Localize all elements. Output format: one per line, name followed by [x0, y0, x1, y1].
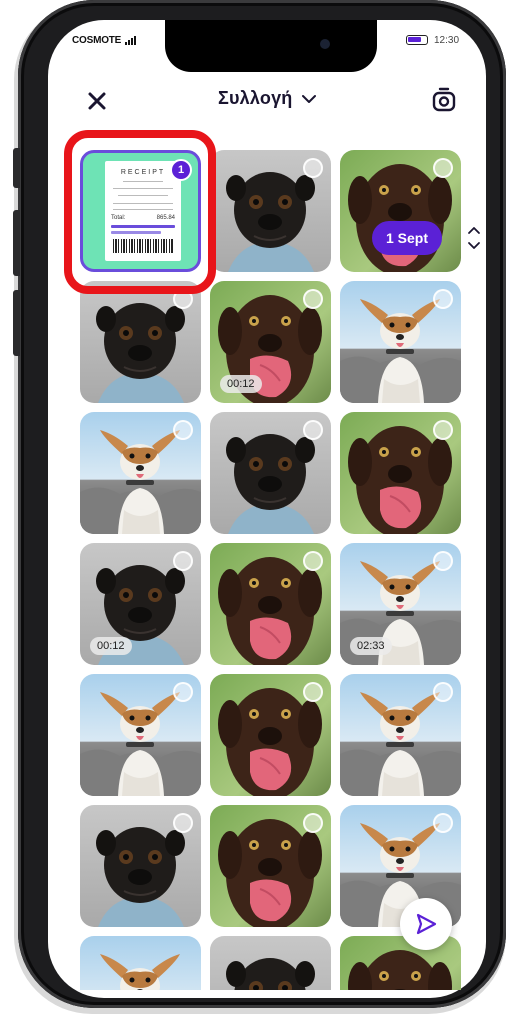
- page-title: Συλλογή: [218, 88, 293, 108]
- volume-up-button: [13, 210, 20, 276]
- front-camera: [320, 39, 330, 49]
- select-circle[interactable]: [303, 289, 323, 309]
- select-circle[interactable]: [173, 420, 193, 440]
- select-circle[interactable]: [173, 813, 193, 833]
- select-circle[interactable]: [433, 551, 453, 571]
- header: Συλλογή: [48, 78, 486, 124]
- photo-tile[interactable]: [210, 412, 331, 534]
- volume-down-button: [13, 290, 20, 356]
- status-left: COSMOTE: [72, 20, 137, 60]
- select-circle[interactable]: [303, 158, 323, 178]
- photo-tile[interactable]: [210, 805, 331, 927]
- photo-tile[interactable]: [80, 674, 201, 796]
- date-scrubber-label: 1 Sept: [372, 221, 443, 255]
- lab-photo: [340, 936, 461, 990]
- select-circle[interactable]: [433, 682, 453, 702]
- highlight-annotation: [64, 130, 216, 294]
- chevron-down-icon: [302, 94, 317, 103]
- select-circle[interactable]: [433, 289, 453, 309]
- select-circle[interactable]: [303, 551, 323, 571]
- status-right: 12:30: [406, 20, 459, 60]
- photo-tile[interactable]: [210, 150, 331, 272]
- select-circle[interactable]: [173, 551, 193, 571]
- select-circle[interactable]: [303, 813, 323, 833]
- status-time: 12:30: [434, 34, 460, 46]
- video-tile[interactable]: 00:12: [80, 543, 201, 665]
- signal-icon: [125, 35, 137, 45]
- send-button[interactable]: [400, 898, 452, 950]
- select-circle[interactable]: [303, 420, 323, 440]
- scroll-chevrons-icon[interactable]: [466, 222, 482, 254]
- photo-tile[interactable]: [80, 281, 201, 403]
- photo-tile[interactable]: [210, 543, 331, 665]
- battery-icon: [406, 35, 428, 45]
- photo-tile[interactable]: [210, 674, 331, 796]
- photo-tile[interactable]: [340, 674, 461, 796]
- video-duration: 00:12: [90, 637, 132, 655]
- pug-photo: [210, 936, 331, 990]
- gallery-dropdown[interactable]: Συλλογή: [218, 88, 317, 109]
- video-tile[interactable]: 02:33: [340, 543, 461, 665]
- send-icon: [416, 913, 437, 935]
- photo-tile[interactable]: [80, 412, 201, 534]
- camera-icon[interactable]: [430, 86, 458, 114]
- select-circle[interactable]: [433, 158, 453, 178]
- select-circle[interactable]: [433, 813, 453, 833]
- select-circle[interactable]: [433, 420, 453, 440]
- video-duration: 02:33: [350, 637, 392, 655]
- video-tile[interactable]: 00:12: [210, 281, 331, 403]
- jack-photo: [80, 936, 201, 990]
- select-circle[interactable]: [303, 682, 323, 702]
- photo-tile[interactable]: [340, 412, 461, 534]
- photo-tile[interactable]: [80, 936, 201, 990]
- photo-tile[interactable]: [80, 805, 201, 927]
- select-circle[interactable]: [173, 682, 193, 702]
- notch: [165, 20, 377, 72]
- video-duration: 00:12: [220, 375, 262, 393]
- carrier-label: COSMOTE: [72, 34, 122, 46]
- mute-switch: [13, 148, 20, 188]
- photo-tile[interactable]: [340, 936, 461, 990]
- photo-tile[interactable]: [340, 281, 461, 403]
- close-icon[interactable]: [84, 88, 110, 114]
- photo-tile[interactable]: [210, 936, 331, 990]
